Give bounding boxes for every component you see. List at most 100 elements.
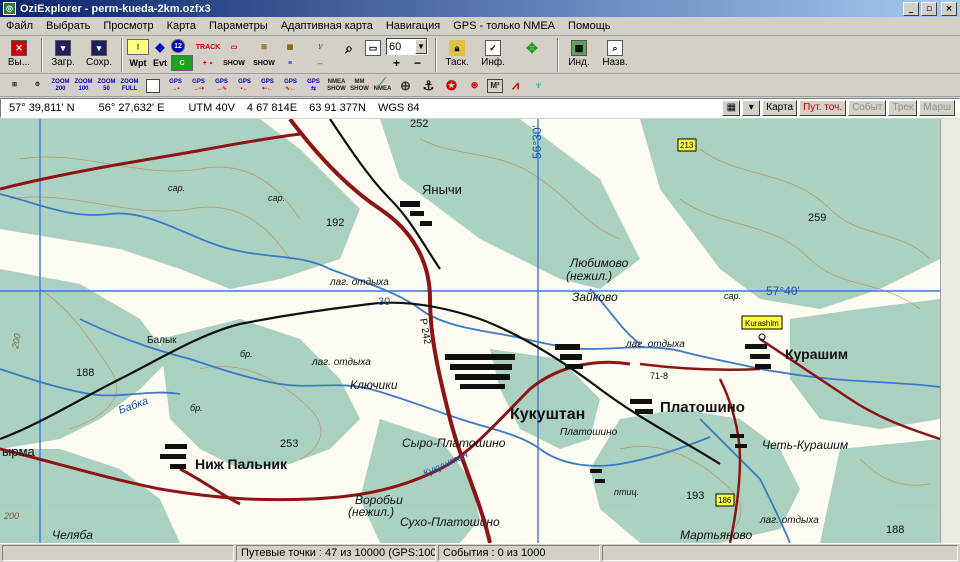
gps-label: GPS (238, 78, 251, 85)
zoom-100-button[interactable]: ZOOM 100 (73, 76, 94, 96)
label-martyanovo: Мартьяново (680, 528, 752, 542)
gps-button-4[interactable]: GPS ▪← (234, 76, 255, 96)
menu-file[interactable]: Файл (6, 20, 33, 32)
title-bar: ◎ OziExplorer - perm-kueda-2km.ozfx3 _ ▫… (0, 0, 960, 17)
northing-readout: 63 91 377N (309, 102, 366, 114)
zoom-select[interactable]: 60 ▼ (386, 38, 428, 55)
zoom-100-bottom: 100 (78, 85, 89, 92)
zoom-value: 60 (389, 40, 402, 53)
gps-button-5[interactable]: GPS ⇠← (257, 76, 278, 96)
anchor-icon[interactable]: ⚓︎ (418, 76, 439, 96)
info-button[interactable]: ✓ Инф. (476, 38, 510, 72)
road-number-tag-213[interactable]: 213 (677, 138, 697, 152)
route-show-icon[interactable]: SHOW (253, 55, 275, 71)
grid-label-57-40: 57°40' (766, 284, 800, 298)
route-edit-icon[interactable]: ▦ (279, 39, 301, 55)
wpt-label[interactable]: Wpt (127, 55, 149, 71)
zoom-box-button[interactable] (142, 76, 163, 96)
gps-button-3[interactable]: GPS →∿ (211, 76, 232, 96)
label-balyk: Балык (147, 335, 177, 346)
road-number-tag-186[interactable]: 186 (715, 493, 735, 507)
gps-button-6[interactable]: GPS ∿← (280, 76, 301, 96)
nmea-button[interactable]: ⟋ NMEA (372, 76, 393, 96)
secondary-toolbar: ⊞ ⚙ ZOOM 200 ZOOM 100 ZOOM 50 ZOOM FULL GPS →… (0, 75, 960, 97)
menu-adaptive-map[interactable]: Адаптивная карта (281, 20, 373, 32)
window-button[interactable]: ▭ (362, 38, 384, 72)
route-list-icon[interactable]: ≡ (279, 55, 301, 71)
distance-icon[interactable]: ↔ (309, 55, 331, 71)
map-image-icon[interactable]: ▦ (722, 100, 741, 116)
menu-select[interactable]: Выбрать (46, 20, 90, 32)
index-label: Инд. (568, 57, 590, 68)
zoom-out-button[interactable]: − (414, 56, 421, 70)
menu-navigation[interactable]: Навигация (386, 20, 440, 32)
num12-icon[interactable]: 12 (171, 39, 185, 53)
gps-button-7[interactable]: GPS ⇆ (303, 76, 324, 96)
mob-icon[interactable]: ⊛ (464, 76, 485, 96)
zoom-in-button[interactable]: + (393, 56, 400, 70)
signal-icon[interactable]: ♆ (528, 76, 549, 96)
chevron-down-icon[interactable]: ▼ (415, 39, 427, 54)
save-dropdown-icon[interactable]: ▾ (742, 100, 761, 116)
events-mode-button[interactable]: Событ (848, 100, 887, 116)
event-tool-icon[interactable]: ◆ (149, 39, 171, 55)
load-button[interactable]: ▾ Загр. (46, 38, 80, 72)
c-marker-icon[interactable]: C (171, 55, 193, 71)
track-icon[interactable]: TRACK (196, 39, 221, 55)
exit-label: Вы... (7, 57, 31, 68)
maximize-button[interactable]: ▫ (921, 1, 937, 16)
menu-help[interactable]: Помощь (568, 20, 611, 32)
elevation-252: 252 (410, 119, 428, 130)
label-30: 30 (378, 296, 390, 308)
topographic-map[interactable]: 213 186 Kurashim Янычи Курашим Кукуштан … (0, 119, 940, 543)
track-line-icon[interactable]: ▭ (223, 39, 245, 55)
zoom-full-button[interactable]: ZOOM FULL (119, 76, 140, 96)
menu-view[interactable]: Просмотр (103, 20, 153, 32)
mm-show-button[interactable]: MM SHOW (349, 76, 370, 96)
save-button[interactable]: ▾ Сохр. (82, 38, 116, 72)
label-lag-2: лаг. отдыха (311, 357, 371, 368)
track-add-icon[interactable]: + ∘ (197, 55, 219, 71)
status-pane-empty (2, 545, 234, 561)
close-button[interactable]: × (941, 1, 957, 16)
label-chelyaba: Челяба (52, 528, 93, 542)
label-nezhil-1: (нежил.) (566, 269, 612, 283)
zoom-200-button[interactable]: ZOOM 200 (50, 76, 71, 96)
moving-map-icon[interactable]: M² (487, 78, 503, 93)
measure-tools: !⁄ ↔ (308, 38, 334, 70)
alarm-icon[interactable]: ✪ (441, 76, 462, 96)
track-show-icon[interactable]: SHOW (223, 55, 245, 71)
settings-icon[interactable]: ⚙ (27, 76, 48, 96)
vertical-scrollbar[interactable] (940, 119, 960, 543)
menu-gps-nmea[interactable]: GPS - только NMEA (453, 20, 555, 32)
map-mode-button[interactable]: Карта (762, 100, 798, 116)
chart-icon[interactable]: ⩘ (505, 76, 526, 96)
crosshair-icon[interactable]: ⊕ (395, 76, 416, 96)
task-button[interactable]: 🔒︎ Таск. (440, 38, 474, 72)
gps-button-2[interactable]: GPS →⇢ (188, 76, 209, 96)
route-icon[interactable]: ⊞ (253, 39, 275, 55)
gps-button-1[interactable]: GPS →▪ (165, 76, 186, 96)
lock-icon: 🔒︎ (449, 40, 465, 56)
find-button[interactable]: ⌕ (338, 38, 360, 72)
map-view[interactable]: 213 186 Kurashim Янычи Курашим Кукуштан … (0, 119, 940, 543)
nmea-show-button[interactable]: NMEA SHOW (326, 76, 347, 96)
evt-label[interactable]: Evt (149, 55, 171, 71)
route-mode-button[interactable]: Марш (919, 100, 955, 116)
index-button[interactable]: ▦ Инд. (562, 38, 596, 72)
pan-button[interactable]: ✥ (512, 38, 552, 72)
menu-map[interactable]: Карта (167, 20, 196, 32)
info-label: Инф. (481, 57, 505, 68)
line-measure-icon[interactable]: !⁄ (309, 39, 331, 55)
menu-settings[interactable]: Параметры (209, 20, 268, 32)
zoom-50-button[interactable]: ZOOM 50 (96, 76, 117, 96)
label-ptits: птиц. (614, 487, 639, 497)
exit-button[interactable]: ✕ Вы... (2, 38, 36, 72)
waypoint-tool-icon[interactable]: ! (127, 39, 149, 55)
minimize-button[interactable]: _ (903, 1, 919, 16)
waypoints-mode-button[interactable]: Пут. точ. (799, 100, 847, 116)
track-mode-button[interactable]: Трек (888, 100, 918, 116)
event-count: События : 0 из 1000 (438, 545, 600, 561)
name-search-button[interactable]: ⌕ Назв. (598, 38, 632, 72)
map-grid-icon[interactable]: ⊞ (4, 76, 25, 96)
